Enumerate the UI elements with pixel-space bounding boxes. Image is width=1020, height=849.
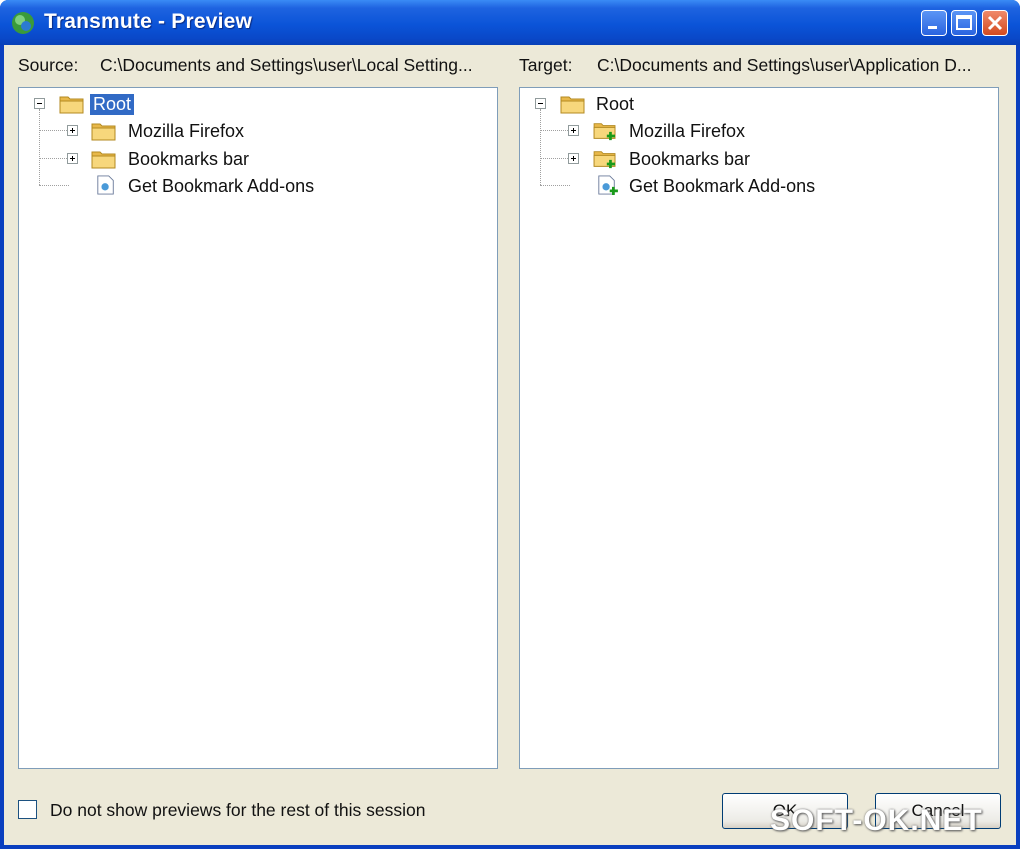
tree-node-get-bookmark-addons[interactable]: Get Bookmark Add-ons xyxy=(629,174,815,198)
watermark: SOFT-OK.NET xyxy=(770,804,983,837)
minimize-icon xyxy=(928,26,937,29)
close-icon xyxy=(987,15,1003,31)
maximize-button[interactable] xyxy=(951,10,977,36)
expand-toggle[interactable] xyxy=(568,125,579,136)
expand-toggle[interactable] xyxy=(568,153,579,164)
root-collapse-toggle[interactable] xyxy=(535,98,546,109)
expand-toggle[interactable] xyxy=(67,153,78,164)
folder-add-icon xyxy=(593,151,616,169)
tree-node-root[interactable]: Root xyxy=(90,92,135,116)
target-path: C:\Documents and Settings\user\Applicati… xyxy=(597,55,972,75)
bookmark-page-icon xyxy=(97,175,114,195)
window: Transmute - Preview Source: C:\Documents… xyxy=(0,0,1020,849)
tree-node-label: Get Bookmark Add-ons xyxy=(128,175,315,196)
expand-toggle[interactable] xyxy=(67,125,78,136)
folder-icon xyxy=(560,96,585,114)
bookmark-page-add-icon xyxy=(598,175,618,195)
source-label: Source: xyxy=(18,55,79,75)
tree-node-mozilla-firefox[interactable]: Mozilla Firefox xyxy=(128,119,244,143)
folder-icon xyxy=(91,123,116,141)
tree-node-root[interactable]: Root xyxy=(596,92,634,116)
app-icon xyxy=(12,12,34,34)
folder-icon xyxy=(59,96,84,114)
maximize-icon xyxy=(956,15,972,30)
tree-node-get-bookmark-addons[interactable]: Get Bookmark Add-ons xyxy=(128,174,314,198)
minimize-button[interactable] xyxy=(921,10,947,36)
tree-node-label: Mozilla Firefox xyxy=(128,120,245,141)
target-label: Target: xyxy=(519,55,573,75)
tree-node-label: Root xyxy=(90,93,135,115)
tree-node-label: Get Bookmark Add-ons xyxy=(629,175,816,196)
tree-node-bookmarks-bar[interactable]: Bookmarks bar xyxy=(128,147,249,171)
dialog-body: Source: C:\Documents and Settings\user\L… xyxy=(4,45,1016,845)
no-preview-checkbox[interactable] xyxy=(18,800,37,819)
tree-node-mozilla-firefox[interactable]: Mozilla Firefox xyxy=(629,119,745,143)
close-button[interactable] xyxy=(982,10,1008,36)
tree-node-label: Root xyxy=(596,93,635,114)
tree-node-label: Bookmarks bar xyxy=(629,148,751,169)
window-title: Transmute - Preview xyxy=(44,10,253,33)
tree-node-label: Mozilla Firefox xyxy=(629,120,746,141)
tree-node-bookmarks-bar[interactable]: Bookmarks bar xyxy=(629,147,750,171)
source-tree-pane[interactable]: Root Mozilla Firefox Bookmarks bar Get B… xyxy=(18,87,498,769)
title-bar[interactable]: Transmute - Preview xyxy=(0,0,1020,45)
folder-add-icon xyxy=(593,123,616,141)
root-collapse-toggle[interactable] xyxy=(34,98,45,109)
tree-node-label: Bookmarks bar xyxy=(128,148,250,169)
target-tree-pane[interactable]: Root Mozilla Firefox Bookmarks bar Get B… xyxy=(519,87,999,769)
folder-icon xyxy=(91,151,116,169)
source-path: C:\Documents and Settings\user\Local Set… xyxy=(100,55,473,75)
no-preview-label[interactable]: Do not show previews for the rest of thi… xyxy=(50,800,425,821)
